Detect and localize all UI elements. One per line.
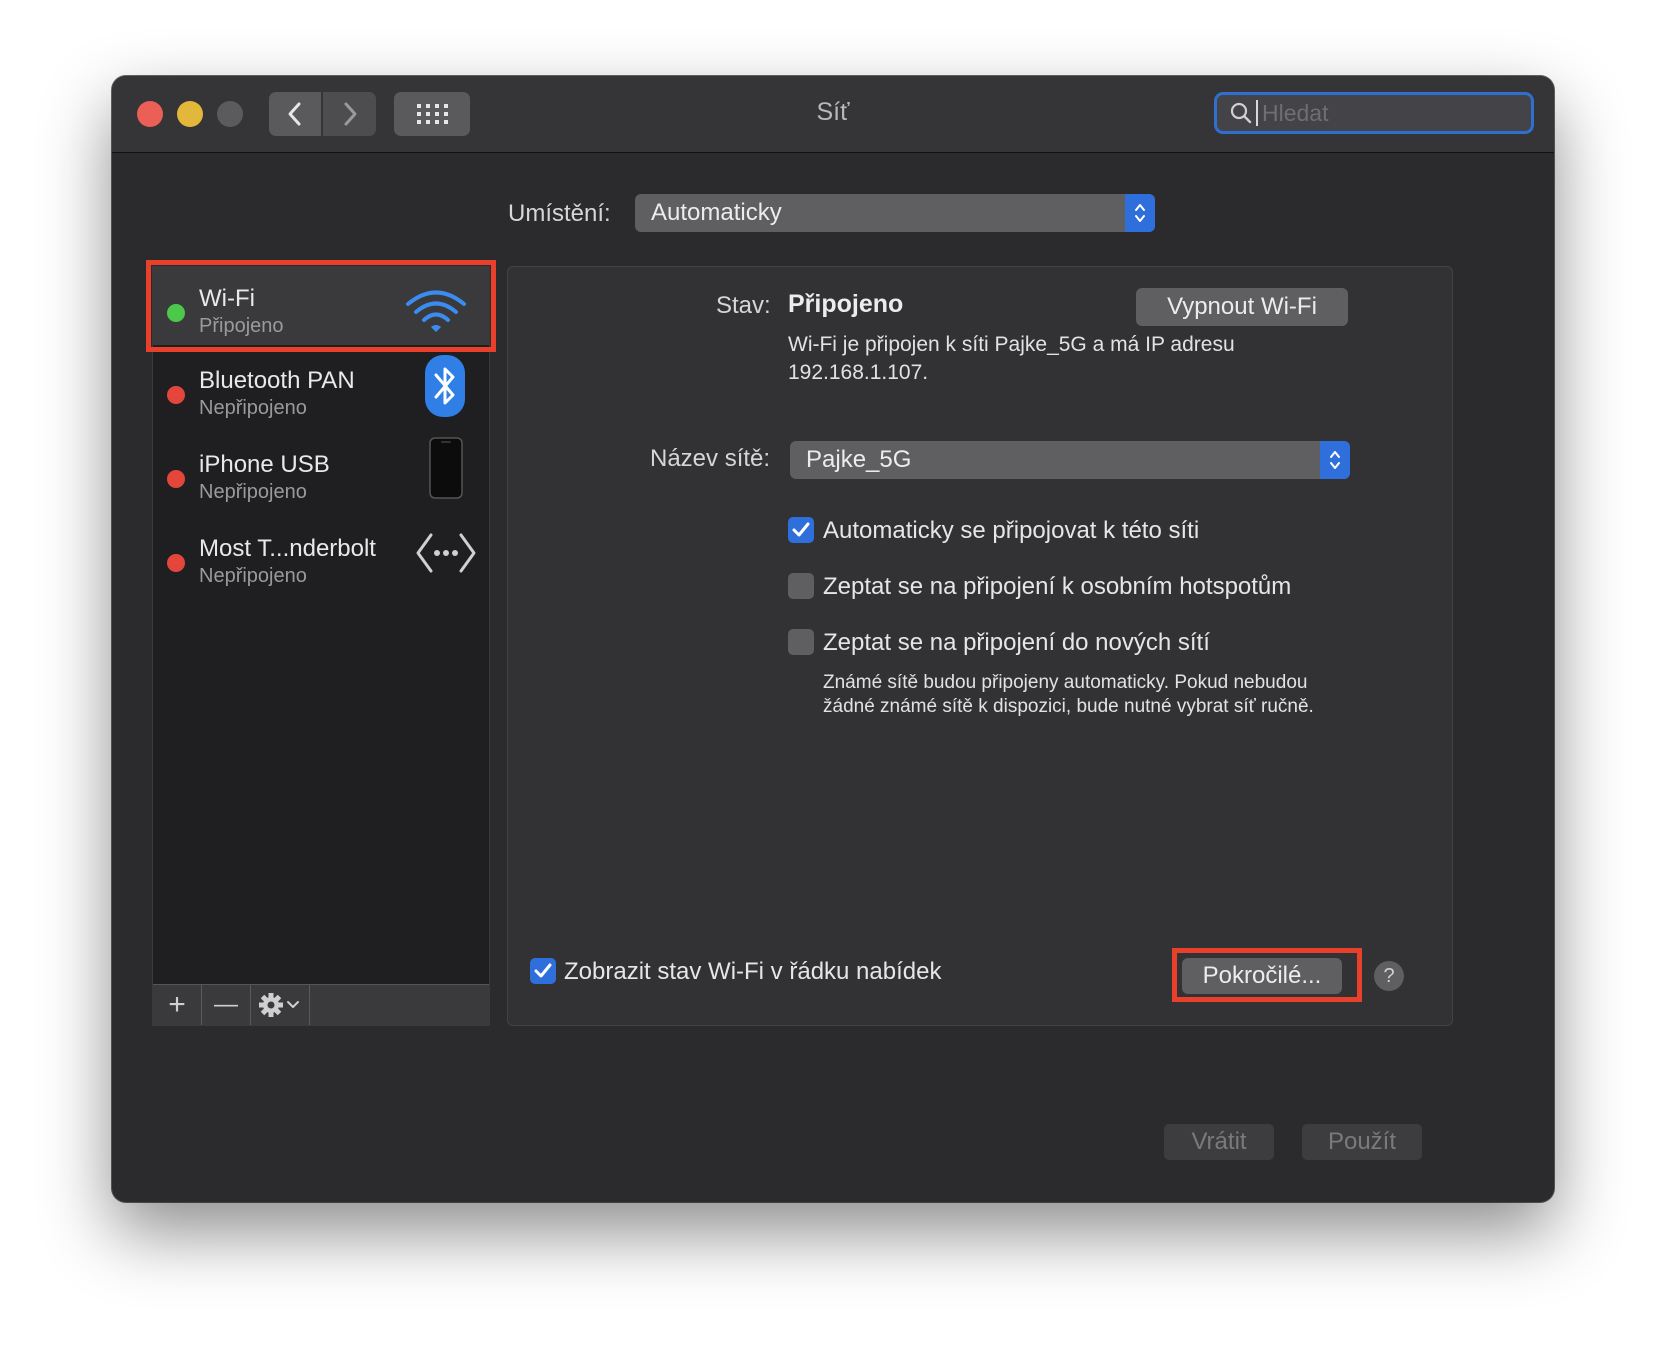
status-label: Stav: [716, 292, 771, 319]
auto-join-label: Automaticky se připojovat k této síti [823, 517, 1200, 544]
updown-arrows-icon [1125, 194, 1155, 232]
show-wifi-status-checkbox[interactable] [530, 958, 556, 984]
action-menu-button[interactable] [251, 985, 310, 1025]
hint-line1: Známé sítě budou připojeny automaticky. … [823, 672, 1308, 693]
network-preferences-window: Síť Umístění: Automaticky Wi-Fi Připojen… [112, 76, 1554, 1202]
network-name-value: Pajke_5G [806, 446, 912, 473]
status-dot-red [167, 554, 185, 572]
hint-line2: žádné známé sítě k dispozici, bude nutné… [823, 696, 1314, 717]
status-dot-red [167, 386, 185, 404]
service-name: Most T...nderbolt [199, 535, 376, 562]
updown-arrows-icon [1320, 441, 1350, 479]
remove-service-button[interactable]: — [202, 985, 251, 1025]
service-status: Nepřipojeno [199, 565, 307, 587]
text-cursor [1256, 100, 1258, 126]
advanced-highlight-box [1172, 948, 1362, 1002]
location-label: Umístění: [508, 200, 611, 227]
service-name: iPhone USB [199, 451, 330, 478]
show-wifi-status-label: Zobrazit stav Wi-Fi v řádku nabídek [564, 958, 942, 985]
wifi-highlight-box [146, 260, 496, 352]
service-item-bluetooth-pan[interactable]: Bluetooth PAN Nepřipojeno [153, 349, 489, 427]
apply-button[interactable]: Použít [1302, 1124, 1422, 1160]
search-input[interactable] [1260, 98, 1504, 128]
search-icon [1230, 102, 1252, 124]
network-name-label: Název sítě: [650, 445, 771, 472]
revert-button[interactable]: Vrátit [1164, 1124, 1274, 1160]
service-list-toolbar: + — [153, 984, 489, 1025]
checkmark-icon [792, 522, 810, 537]
help-button[interactable]: ? [1374, 961, 1404, 991]
search-field[interactable] [1214, 92, 1534, 134]
ask-hotspots-label: Zeptat se na připojení k osobním hotspot… [823, 573, 1292, 600]
status-description-line1: Wi-Fi je připojen k síti Pajke_5G a má I… [788, 333, 1235, 356]
add-service-button[interactable]: + [153, 985, 202, 1025]
location-popup[interactable]: Automaticky [635, 194, 1155, 232]
service-list: Wi-Fi Připojeno Bluetooth PAN Nepřipojen… [152, 266, 490, 1026]
thunderbolt-bridge-icon [416, 533, 476, 573]
ask-new-networks-label: Zeptat se na připojení do nových sítí [823, 629, 1210, 656]
status-dot-red [167, 470, 185, 488]
service-name: Bluetooth PAN [199, 367, 355, 394]
gear-icon [259, 993, 299, 1017]
turn-off-wifi-button[interactable]: Vypnout Wi-Fi [1136, 288, 1348, 326]
plus-icon: + [168, 988, 186, 1021]
minus-icon: — [214, 991, 238, 1018]
service-item-iphone-usb[interactable]: iPhone USB Nepřipojeno [153, 433, 489, 511]
checkmark-icon [534, 963, 552, 978]
service-status: Nepřipojeno [199, 481, 307, 503]
location-value: Automaticky [651, 199, 782, 226]
status-description-line2: 192.168.1.107. [788, 361, 929, 384]
title-bar: Síť [112, 76, 1554, 153]
service-item-thunderbolt-bridge[interactable]: Most T...nderbolt Nepřipojeno [153, 517, 489, 595]
auto-join-checkbox[interactable] [788, 517, 814, 543]
ask-hotspots-checkbox[interactable] [788, 573, 814, 599]
network-name-popup[interactable]: Pajke_5G [790, 441, 1350, 479]
bluetooth-icon [425, 355, 465, 417]
ask-new-networks-checkbox[interactable] [788, 629, 814, 655]
service-status: Nepřipojeno [199, 397, 307, 419]
iphone-icon [429, 437, 463, 499]
status-value: Připojeno [788, 290, 904, 318]
